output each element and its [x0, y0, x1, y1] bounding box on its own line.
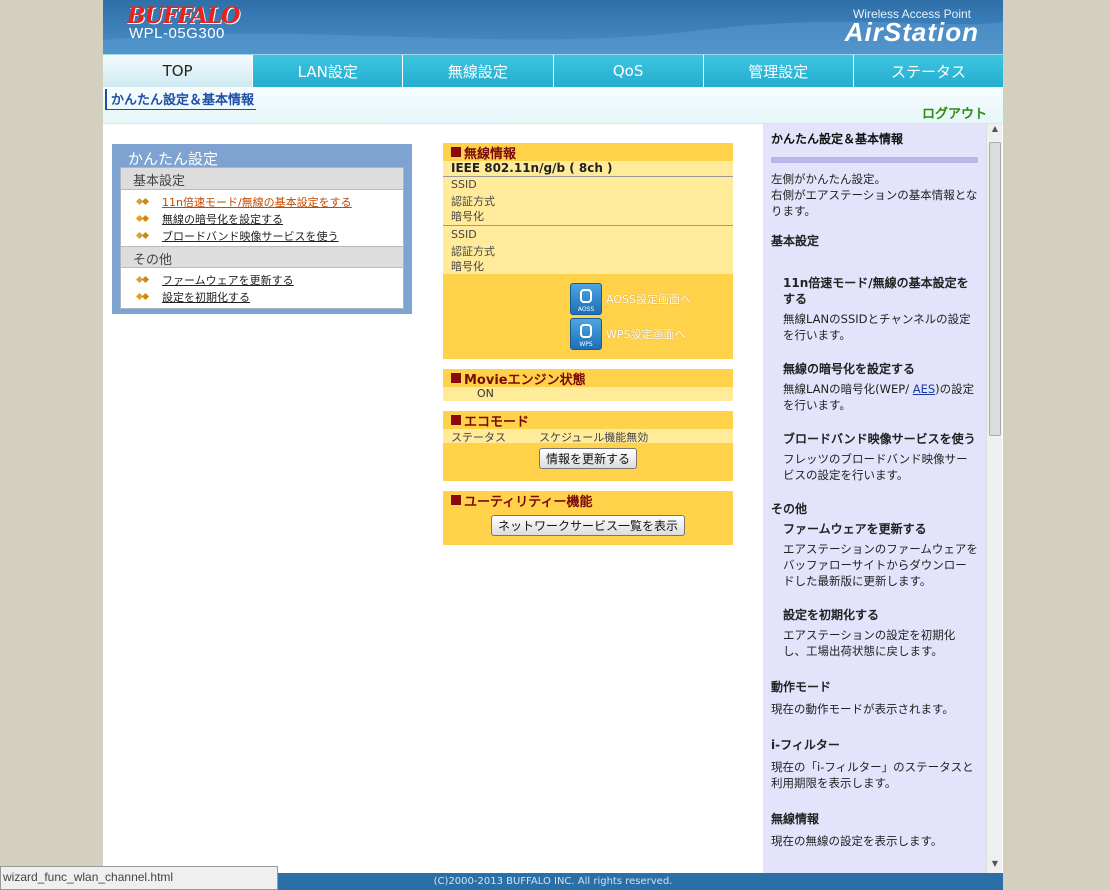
link-factory-reset[interactable]: 設定を初期化する — [162, 289, 250, 305]
help-title: かんたん設定＆基本情報 — [771, 132, 904, 146]
aoss-setup-label: AOSS設定画面へ — [606, 292, 691, 306]
eco-status-value: スケジュール機能無効 — [539, 431, 649, 444]
movie-engine-title-text: Movieエンジン状態 — [464, 372, 586, 388]
encryption-label: 暗号化 — [451, 210, 484, 223]
tab-status[interactable]: ステータス — [852, 55, 1003, 87]
encryption-label: 暗号化 — [451, 260, 484, 273]
ssid-label: SSID — [451, 178, 477, 191]
section-other: その他 — [121, 246, 403, 268]
eco-mode-title-text: エコモード — [464, 414, 530, 430]
network-services-button[interactable]: ネットワークサービス一覧を表示 — [490, 515, 685, 536]
list-item: ブロードバンド映像サービスを使う — [121, 227, 403, 244]
list-item: ファームウェアを更新する — [121, 271, 403, 288]
help-divider — [771, 157, 978, 163]
utility-title: ユーティリティー機能 — [443, 491, 733, 510]
tab-management[interactable]: 管理設定 — [702, 55, 853, 87]
help-reset-text: エアステーションの設定を初期化し、工場出荷状態に戻します。 — [783, 628, 956, 658]
wireless-info-details: IEEE 802.11n/g/b ( 8ch ) SSID 認証方式 暗号化 S… — [443, 161, 733, 274]
auth-label: 認証方式 — [451, 195, 495, 208]
eco-status-key: ステータス — [451, 431, 506, 444]
section-basic: 基本設定 — [121, 168, 403, 190]
wireless-info-title-text: 無線情報 — [464, 146, 517, 162]
help-scrollbar[interactable]: ▲ ▼ — [986, 124, 1002, 873]
help-video-heading: ブロードバンド映像サービスを使う — [783, 432, 976, 446]
help-basic-heading: 基本設定 — [771, 234, 820, 248]
logout-link[interactable]: ログアウト — [922, 103, 987, 122]
main-nav: TOP LAN設定 無線設定 QoS 管理設定 ステータス — [103, 54, 1003, 87]
wps-setup-button[interactable]: WPS WPS設定画面へ — [443, 317, 733, 350]
help-encryption-text: 無線LANの暗号化(WEP/ AES)の設定を行います。 — [783, 382, 975, 412]
airstation-logo: AirStation — [844, 17, 979, 47]
aoss-icon: AOSS — [570, 282, 602, 315]
wireless-info-title: 無線情報 — [443, 143, 733, 162]
help-wlinfo-text: 現在の無線の設定を表示します。 — [771, 834, 943, 848]
tab-top[interactable]: TOP — [103, 55, 253, 87]
link-firmware-update[interactable]: ファームウェアを更新する — [162, 272, 294, 288]
link-encryption[interactable]: 無線の暗号化を設定する — [162, 211, 283, 227]
help-firmware-text: エアステーションのファームウェアをバッファローサイトからダウンロードした最新版に… — [783, 542, 978, 588]
wireless-info-panel: 無線情報 IEEE 802.11n/g/b ( 8ch ) SSID 認証方式 … — [443, 143, 733, 359]
scroll-thumb[interactable] — [989, 142, 1001, 436]
help-11n-text: 無線LANのSSIDとチャンネルの設定を行います。 — [783, 312, 971, 342]
breadcrumb: かんたん設定＆基本情報 — [105, 89, 257, 110]
movie-engine-title: Movieエンジン状態 — [443, 369, 733, 388]
easy-setup-panel: かんたん設定 基本設定 11n倍速モード/無線の基本設定をする 無線の暗号化を設… — [112, 144, 412, 314]
list-item: 設定を初期化する — [121, 288, 403, 305]
help-ifilter-heading: i-フィルター — [771, 738, 840, 752]
eco-mode-title: エコモード — [443, 411, 733, 430]
aoss-setup-button[interactable]: AOSS AOSS設定画面へ — [443, 282, 733, 315]
router-admin-page: BUFFALO WPL-05G300 Wireless Access Point… — [103, 0, 1003, 890]
easy-setup-box: 基本設定 11n倍速モード/無線の基本設定をする 無線の暗号化を設定する ブロー… — [120, 167, 404, 309]
help-pane: かんたん設定＆基本情報 左側がかんたん設定。 右側がエアステーションの基本情報と… — [763, 124, 986, 873]
bullet-icon — [136, 291, 150, 302]
help-other-heading: その他 — [771, 502, 808, 516]
sub-header: かんたん設定＆基本情報 ログアウト — [103, 87, 1003, 124]
tab-wireless[interactable]: 無線設定 — [402, 55, 553, 87]
model-name: WPL-05G300 — [129, 25, 225, 42]
bullet-icon — [136, 230, 150, 241]
title-square-icon — [451, 373, 461, 383]
help-firmware-heading: ファームウェアを更新する — [783, 522, 927, 536]
header: BUFFALO WPL-05G300 Wireless Access Point… — [103, 0, 1003, 54]
wps-icon: WPS — [570, 317, 602, 350]
link-broadband-video[interactable]: ブロードバンド映像サービスを使う — [162, 228, 339, 244]
eco-status-row: ステータス スケジュール機能無効 — [443, 429, 733, 444]
wps-setup-label: WPS設定画面へ — [606, 327, 686, 341]
help-reset-heading: 設定を初期化する — [783, 608, 880, 622]
help-mode-heading: 動作モード — [771, 680, 832, 694]
help-intro-1: 左側がかんたん設定。 — [771, 172, 886, 186]
help-wlinfo-heading: 無線情報 — [771, 812, 820, 826]
auth-label: 認証方式 — [451, 245, 495, 258]
eco-mode-panel: エコモード ステータス スケジュール機能無効 情報を更新する — [443, 411, 733, 481]
scroll-down-icon[interactable]: ▼ — [987, 859, 1003, 873]
bullet-icon — [136, 196, 150, 207]
help-encryption-heading: 無線の暗号化を設定する — [783, 362, 916, 376]
utility-panel: ユーティリティー機能 ネットワークサービス一覧を表示 — [443, 491, 733, 545]
bullet-icon — [136, 213, 150, 224]
help-ifilter-text: 現在の「i-フィルター」のステータスと利用期限を表示します。 — [771, 760, 974, 790]
title-square-icon — [451, 495, 461, 505]
wireless-standard: IEEE 802.11n/g/b ( 8ch ) — [443, 161, 733, 177]
help-11n-heading: 11n倍速モード/無線の基本設定をする — [783, 276, 969, 306]
ssid-label: SSID — [451, 228, 477, 241]
title-square-icon — [451, 147, 461, 157]
title-square-icon — [451, 415, 461, 425]
browser-status-bar: wizard_func_wlan_channel.html — [0, 866, 278, 890]
tab-qos[interactable]: QoS — [552, 55, 703, 87]
tab-lan[interactable]: LAN設定 — [252, 55, 403, 87]
bullet-icon — [136, 274, 150, 285]
aes-link[interactable]: AES — [913, 382, 935, 396]
refresh-info-button[interactable]: 情報を更新する — [538, 448, 637, 469]
help-video-text: フレッツのブロードバンド映像サービスの設定を行います。 — [783, 452, 968, 482]
link-11n-basic[interactable]: 11n倍速モード/無線の基本設定をする — [162, 194, 352, 210]
list-item: 無線の暗号化を設定する — [121, 210, 403, 227]
movie-engine-value: ON — [477, 387, 494, 400]
help-intro-2: 右側がエアステーションの基本情報となります。 — [771, 188, 978, 218]
movie-engine-panel: Movieエンジン状態 ON — [443, 369, 733, 401]
help-mode-text: 現在の動作モードが表示されます。 — [771, 702, 954, 716]
scroll-up-icon[interactable]: ▲ — [987, 124, 1003, 138]
list-item: 11n倍速モード/無線の基本設定をする — [121, 193, 403, 210]
utility-title-text: ユーティリティー機能 — [464, 494, 593, 510]
easy-setup-title: かんたん設定 — [128, 150, 219, 168]
